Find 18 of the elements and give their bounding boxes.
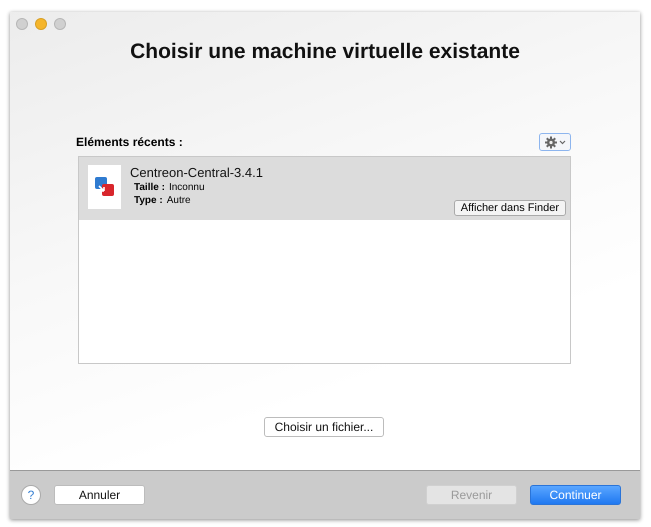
window-control[interactable] [16,18,28,30]
field-label: Type : [134,195,163,206]
field-value: Inconnu [168,182,205,193]
list-item[interactable]: Centreon-Central-3.4.1 Taille : Inconnu Type : Autre Afficher dans Finder [79,157,570,220]
field-label: Taille : [134,182,165,193]
settings-button[interactable] [539,133,571,151]
footer-button[interactable]: Annuler [54,485,145,505]
vm-icon [88,165,121,209]
section-label: Eléments récents : [76,135,183,149]
help-button[interactable]: ? [21,485,41,505]
window-control[interactable] [54,18,66,30]
show-in-finder-button[interactable]: Afficher dans Finder [454,200,566,216]
window-control[interactable] [35,18,47,30]
choose-file-button[interactable]: Choisir un fichier... [264,417,384,437]
vm-name: Centreon-Central-3.4.1 [130,165,264,180]
gear-icon [544,136,566,148]
window-title: Choisir une machine virtuelle existante [129,40,521,64]
field-value: Autre [166,195,191,206]
